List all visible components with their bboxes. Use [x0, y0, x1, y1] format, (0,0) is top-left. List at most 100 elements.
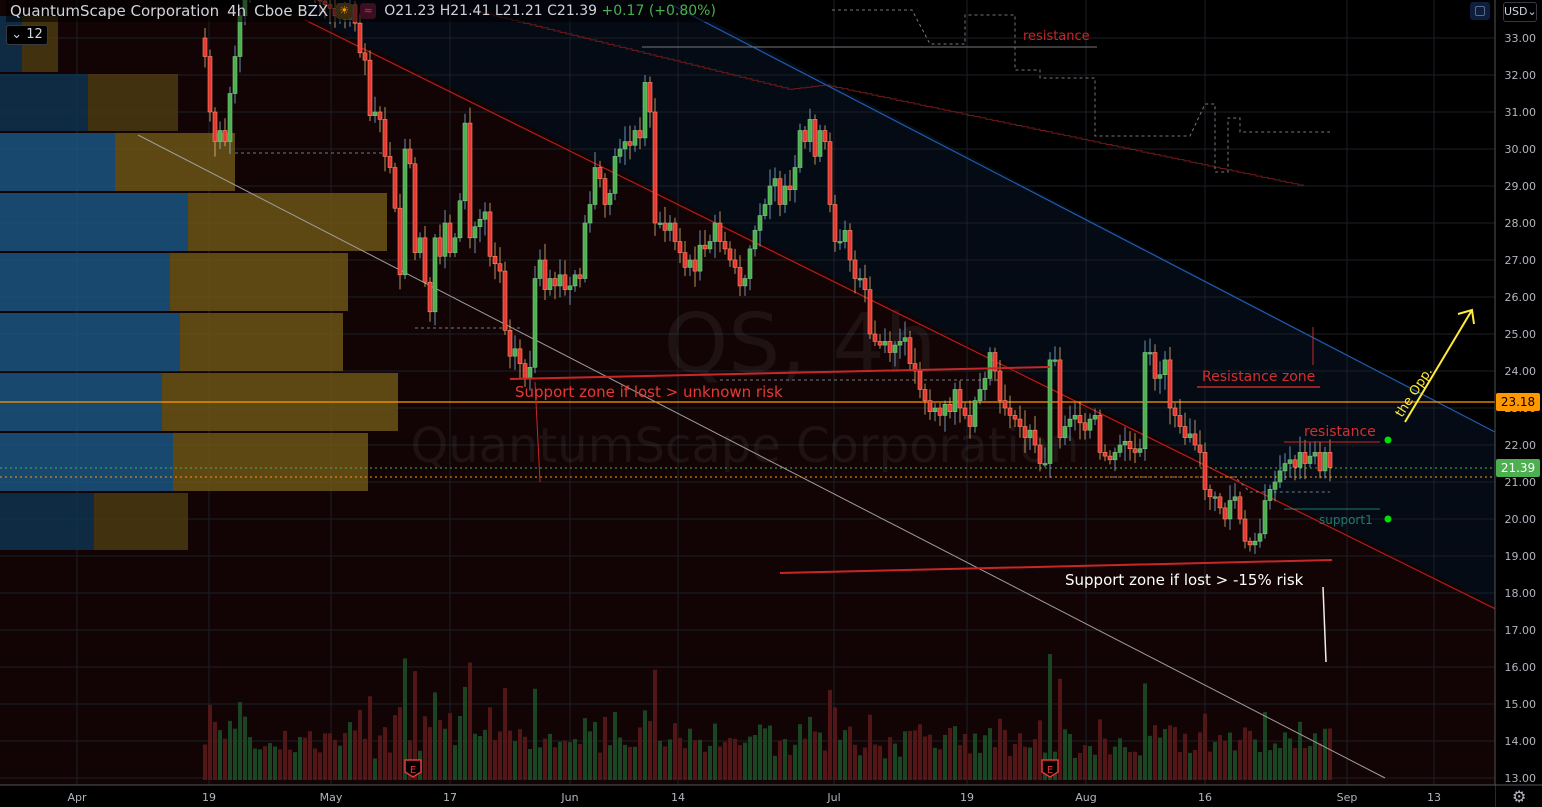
candle-body [427, 281, 433, 313]
volume-bar [383, 727, 387, 780]
volume-bar [538, 747, 542, 780]
candle-body [1307, 455, 1313, 464]
indicators-toggle-button[interactable]: ⌄ 12 [6, 25, 48, 45]
candle-body [962, 407, 968, 416]
candle-down [392, 162, 398, 213]
volume-bar [1143, 683, 1147, 780]
market-open-icon[interactable]: ☀ [336, 3, 353, 19]
annotation-resistance-near[interactable]: resistance [1304, 424, 1376, 440]
candle-body [1047, 359, 1053, 464]
annotation-resistance-top[interactable]: resistance [1023, 29, 1090, 44]
time-tick-label: Sep [1337, 791, 1358, 804]
candle-body [582, 222, 588, 279]
svg-text:E: E [1047, 765, 1053, 776]
volume-bar [873, 744, 877, 780]
support1-alert-dot[interactable] [1384, 515, 1392, 523]
candle-body [872, 333, 878, 342]
volume-bar [938, 749, 942, 780]
volume-bar [673, 723, 677, 780]
candle-body [1167, 359, 1173, 409]
candle-body [1287, 459, 1293, 464]
volume-profile-down [88, 74, 178, 131]
candle-body [1177, 415, 1183, 427]
candle-body [557, 274, 563, 287]
candle-up [402, 138, 408, 280]
volume-bar [278, 749, 282, 780]
volume-bar [308, 731, 312, 780]
volume-bar [333, 739, 337, 780]
annotation-support1[interactable]: support1 [1319, 513, 1373, 527]
volume-bar [493, 740, 497, 780]
volume-bar [633, 746, 637, 780]
annotation-resistance-zone[interactable]: Resistance zone [1202, 369, 1315, 385]
price-chart[interactable]: QS, 4h QuantumScape Corporation resistan… [0, 0, 1542, 807]
candle-body [512, 348, 518, 357]
candle-body [867, 289, 873, 335]
volume-bar [973, 733, 977, 780]
candle-body [847, 230, 853, 261]
watermark-name: QuantumScape Corporation [410, 418, 1079, 474]
volume-bar [583, 718, 587, 780]
candle-body [1247, 540, 1253, 546]
candle-body [562, 274, 568, 290]
symbol-name[interactable]: QuantumScape Corporation [10, 2, 219, 20]
currency-button[interactable]: USD⌄ [1503, 2, 1537, 22]
resistance-alert-dot[interactable] [1384, 436, 1392, 444]
candle-body [362, 52, 368, 61]
volume-bar [1023, 746, 1027, 780]
volume-bar [883, 758, 887, 780]
volume-profile-down [94, 493, 188, 550]
volume-bar [378, 735, 382, 780]
candle-body [1112, 452, 1118, 461]
candle-body [532, 278, 538, 368]
candle-body [457, 200, 463, 239]
fullscreen-icon[interactable] [1470, 2, 1490, 20]
volume-bar [783, 739, 787, 780]
candle-body [1122, 440, 1128, 446]
volume-bar [328, 733, 332, 780]
candle-body [947, 403, 953, 412]
time-tick-label: 17 [443, 791, 457, 804]
volume-bar [1233, 750, 1237, 780]
volume-bar [1323, 728, 1327, 780]
annotation-support-15[interactable]: Support zone if lost > -15% risk [1065, 571, 1304, 589]
price-tick-label: 16.00 [1505, 661, 1537, 674]
svg-text:23.18: 23.18 [1501, 395, 1535, 409]
candle-body [1182, 426, 1188, 438]
volume-bar [643, 710, 647, 780]
candle-body [822, 130, 828, 142]
volume-bar [233, 728, 237, 780]
volume-bar [438, 720, 442, 780]
volume-bar [533, 688, 537, 780]
candle-body [522, 363, 528, 379]
annotation-support-unknown[interactable]: Support zone if lost > unknown risk [515, 383, 783, 401]
candle-body [387, 156, 393, 168]
candle-body [1127, 440, 1133, 449]
volume-bar [763, 728, 767, 780]
candle-body [892, 344, 898, 353]
volume-bar [348, 722, 352, 780]
volume-bar [543, 738, 547, 780]
candle-body [477, 219, 483, 228]
volume-bar [248, 737, 252, 780]
volume-bar [588, 731, 592, 780]
price-tick-label: 26.00 [1505, 291, 1537, 304]
volume-bar [828, 689, 832, 780]
candle-body [1032, 429, 1038, 446]
candle-body [462, 122, 468, 202]
candle-body [707, 241, 713, 250]
volume-bar [273, 746, 277, 780]
volume-bar [823, 750, 827, 780]
candle-body [1072, 415, 1078, 420]
candle-down [467, 107, 473, 249]
interval[interactable]: 4h [227, 2, 246, 20]
volume-bar [323, 733, 327, 780]
gear-icon[interactable]: ⚙ [1512, 787, 1526, 806]
candle-body [587, 204, 593, 224]
volume-profile-up [0, 133, 115, 191]
volume-bar [213, 721, 217, 780]
volume-bar [1288, 738, 1292, 780]
candle-body [767, 185, 773, 205]
volume-bar [733, 738, 737, 780]
data-delay-icon[interactable]: ≈ [360, 3, 377, 19]
